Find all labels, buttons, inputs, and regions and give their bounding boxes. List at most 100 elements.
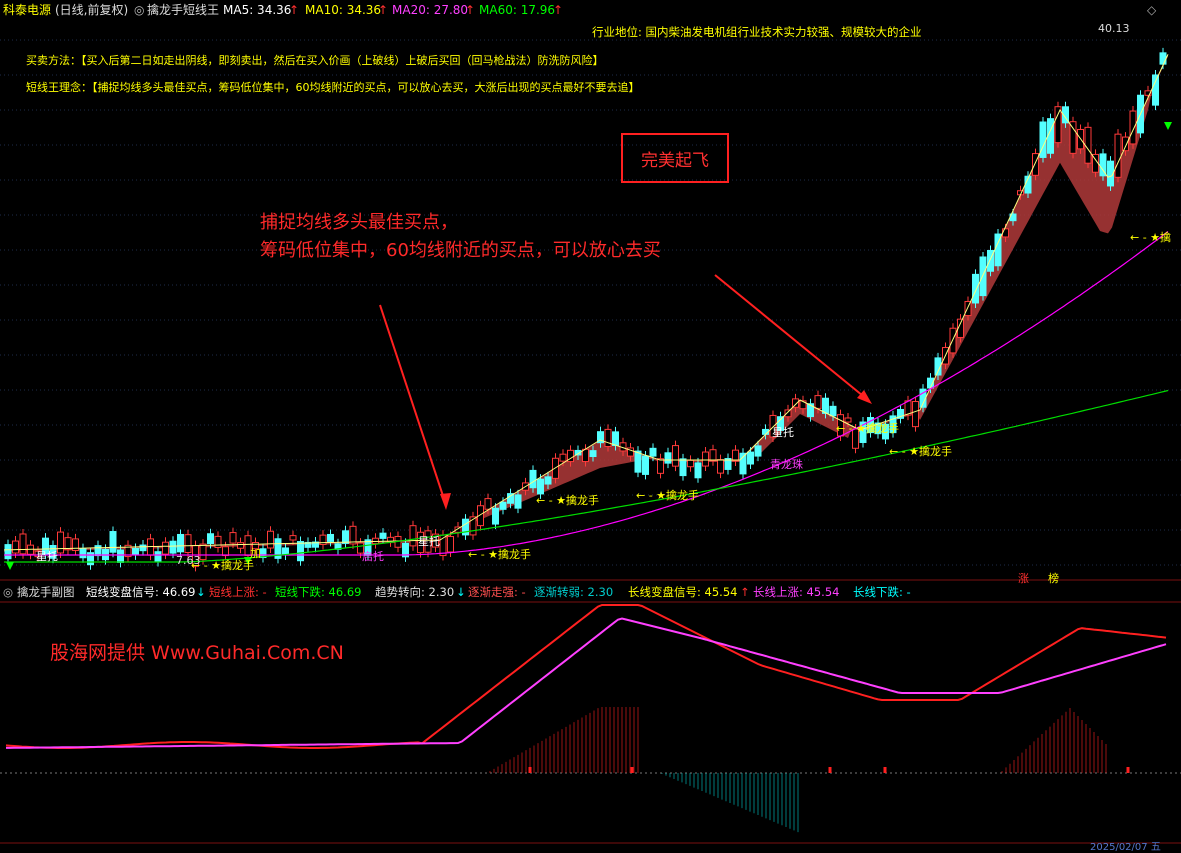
candle-body	[634, 450, 642, 473]
candle-body	[4, 544, 12, 560]
gradually-weak-value: 逐渐转弱: 2.30	[534, 585, 614, 599]
candle-body	[132, 547, 139, 556]
candle-body	[747, 451, 754, 465]
signal-marker	[828, 767, 832, 773]
candle-body	[177, 533, 184, 553]
candle-body	[972, 273, 979, 304]
candle-body	[559, 453, 567, 462]
qitui-label: 启托	[362, 550, 384, 563]
annotation-arrowhead	[440, 493, 451, 510]
candle-body	[64, 537, 72, 551]
candle-body	[229, 532, 237, 544]
candle-body	[447, 536, 454, 553]
candle-body	[642, 455, 649, 475]
candle-body	[342, 530, 349, 544]
candle-body	[19, 533, 27, 555]
candle-body	[657, 458, 664, 474]
candle-body	[214, 535, 222, 548]
candle-body	[154, 551, 162, 563]
candle-body	[709, 449, 717, 462]
gradually-strong-value: 逐渐走强: -	[468, 585, 526, 599]
perfect-takeoff-label: 完美起飞	[641, 150, 709, 171]
down-signal-icon	[6, 562, 14, 570]
signal-marker	[883, 767, 887, 773]
candle-body	[672, 445, 679, 467]
candle-body	[1114, 133, 1122, 178]
candle-body	[694, 462, 702, 479]
candle-body	[409, 525, 417, 547]
ma-band	[4, 54, 1168, 552]
ma5-line	[3, 54, 1169, 551]
ma-lines	[3, 54, 1169, 563]
annotation-arrow-line	[714, 274, 869, 401]
candle-body	[822, 397, 829, 414]
perfect-takeoff-box: 完美起飞	[621, 133, 729, 183]
candle-body	[109, 531, 117, 553]
candle-body	[784, 409, 792, 418]
short-up-value: 短线上涨: -	[209, 585, 267, 599]
up-arrow-icon: ↑	[740, 585, 750, 599]
down-signal-icon	[1164, 122, 1172, 130]
candle-body	[372, 537, 379, 545]
chart-grid	[0, 39, 1181, 844]
candle-body	[1159, 52, 1167, 65]
signal-label: ← - ★擒	[1130, 231, 1172, 244]
candle-body	[12, 540, 19, 554]
candle-body	[829, 405, 837, 417]
candle-body	[169, 540, 177, 554]
candle-body	[702, 451, 709, 467]
candle-body	[57, 531, 64, 554]
trend-turn-value: 趋势转向: 2.30	[375, 585, 455, 599]
candle-body	[912, 401, 919, 428]
candle-body	[1122, 136, 1129, 152]
sub-indicator-toggle-icon[interactable]: ◎	[3, 583, 13, 601]
candle-body	[237, 542, 244, 549]
candle-body	[484, 498, 492, 510]
candle-body	[589, 450, 597, 458]
signal-label: ← - ★擒龙手	[191, 559, 255, 572]
candle-body	[79, 548, 87, 559]
candle-body	[499, 501, 507, 510]
high-price-label: 40.13	[1098, 22, 1130, 35]
watermark-text: 股海网提供 Www.Guhai.Com.CN	[50, 642, 344, 664]
candle-body	[117, 549, 124, 563]
annotation-arrow-line	[379, 304, 447, 506]
candle-body	[267, 530, 274, 549]
candle-body	[139, 544, 147, 552]
candle-body	[814, 395, 822, 409]
candle-body	[529, 469, 537, 489]
candle-body	[949, 327, 957, 354]
ma5-ma10-band	[4, 54, 1168, 552]
candle-body	[1002, 228, 1009, 238]
date-label: 2025/02/07 五	[1090, 842, 1161, 853]
long-down-value: 长线下跌: -	[853, 585, 911, 599]
signal-label: ← - ★擒龙手	[889, 445, 953, 458]
buy-point-annotation-line1: 捕捉均线多头最佳买点，	[260, 212, 458, 233]
candle-body	[1129, 110, 1137, 145]
candle-body	[297, 541, 304, 562]
signal-label: ← - ★擒龙手	[468, 548, 532, 561]
jiaxing-label: 加	[250, 547, 261, 560]
xingtuo-label: 星托	[36, 550, 58, 563]
candle-body	[289, 535, 297, 541]
candle-body	[979, 256, 987, 297]
candle-body	[1084, 126, 1092, 164]
candle-body	[379, 532, 387, 539]
short-down-value: 短线下跌: 46.69	[275, 585, 362, 599]
sub-indicator-name[interactable]: 擒龙手副图	[17, 583, 75, 601]
candle-body	[492, 507, 499, 525]
candle-body	[1054, 106, 1062, 144]
xingtuo-label: 星托	[418, 535, 440, 548]
signal-marker	[528, 767, 532, 773]
candle-body	[612, 431, 619, 447]
signal-label: ← - ★擒龙手	[836, 422, 900, 435]
candle-body	[222, 546, 229, 557]
candle-body	[687, 459, 694, 468]
stock-chart-window: 科泰电源 (日线,前复权) ◎ 擒龙手短线王 MA5: 34.36 ↑ MA10…	[0, 0, 1181, 853]
candle-body	[94, 545, 102, 557]
buy-point-annotation-line2: 筹码低位集中，60均线附近的买点，可以放心去买	[260, 240, 661, 261]
candle-body	[184, 534, 192, 553]
candle-body	[754, 445, 762, 457]
candle-body	[679, 458, 687, 477]
candle-body	[349, 525, 357, 545]
